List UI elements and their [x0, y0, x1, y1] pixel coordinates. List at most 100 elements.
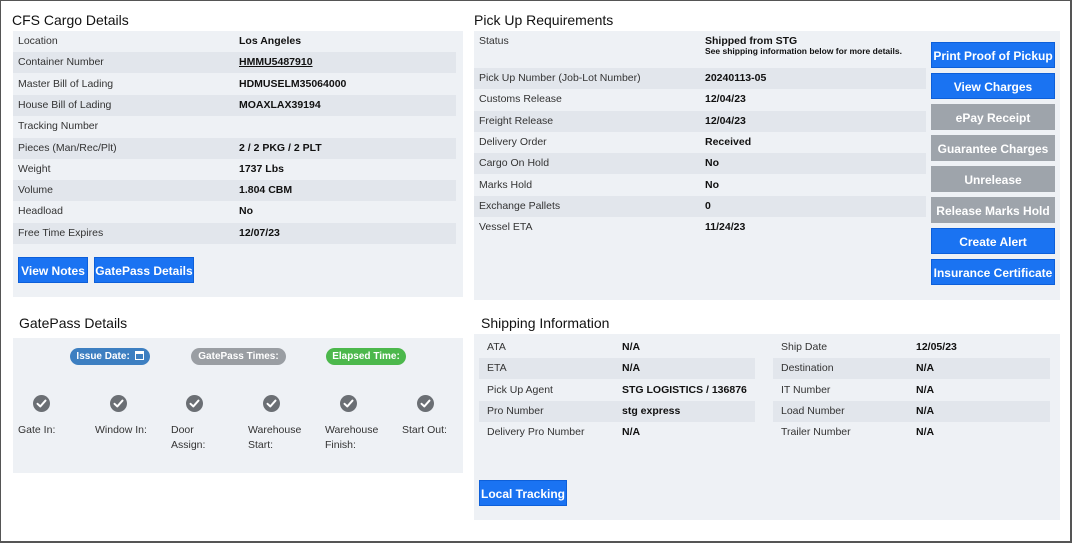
shipping-row-value: N/A	[622, 426, 641, 439]
pickup-row-value: No	[705, 178, 719, 191]
pickup-action-button[interactable]: Create Alert	[931, 228, 1055, 254]
cfs-row-label: Container Number	[18, 56, 104, 69]
issue-date-label: Issue Date:	[76, 351, 130, 362]
calendar-icon	[134, 351, 144, 360]
shipping-row: ETA N/A	[479, 358, 755, 380]
check-circle-icon	[110, 395, 127, 412]
cfs-row: House Bill of Lading MOAXLAX39194	[13, 94, 456, 116]
cfs-row: Headload No	[13, 201, 456, 222]
pickup-row: Vessel ETA 11/24/23	[474, 217, 926, 238]
gatepass-times-pill: GatePass Times:	[191, 348, 286, 365]
shipping-row-label: Trailer Number	[781, 426, 851, 439]
cfs-row-label: Volume	[18, 184, 54, 197]
view-notes-button[interactable]: View Notes	[18, 257, 88, 283]
shipping-row: Load Number N/A	[773, 400, 1050, 422]
pickup-row-label: Exchange Pallets	[479, 199, 561, 212]
cfs-row-label: Headload	[18, 205, 63, 218]
cfs-title: CFS Cargo Details	[12, 12, 129, 28]
pickup-action-button[interactable]: Release Marks Hold	[931, 197, 1055, 223]
cfs-row: Location Los Angeles	[13, 31, 456, 52]
pickup-action-button[interactable]: Guarantee Charges	[931, 135, 1055, 161]
shipping-row: Pro Number stg express	[479, 400, 755, 422]
pickup-action-button[interactable]: Print Proof of Pickup	[931, 42, 1055, 68]
cfs-row-value: 2 / 2 PKG / 2 PLT	[239, 141, 322, 154]
check-circle-icon	[186, 395, 203, 412]
gatepass-step-label: Door Assign:	[171, 424, 206, 451]
cfs-row-value: 12/07/23	[239, 226, 280, 239]
cfs-row: Tracking Number	[13, 116, 456, 137]
cfs-row-value: 1.804 CBM	[239, 184, 293, 197]
shipping-row-value: N/A	[916, 426, 935, 439]
shipping-row-value: N/A	[916, 383, 935, 396]
shipping-row: Pick Up Agent STG LOGISTICS / 136876	[479, 380, 755, 401]
pickup-row-value: 11/24/23	[705, 221, 746, 234]
cfs-row: Container Number HMMU5487910	[13, 52, 456, 74]
check-circle-icon	[33, 395, 50, 412]
cfs-row-value: Los Angeles	[239, 35, 302, 47]
check-circle-icon	[340, 395, 357, 412]
pickup-row: Freight Release 12/04/23	[474, 110, 926, 132]
shipping-row-label: Delivery Pro Number	[487, 426, 585, 439]
gatepass-panel: Issue Date: GatePass Times: Elapsed Time…	[13, 338, 463, 473]
pickup-row-label: Pick Up Number (Job-Lot Number)	[479, 72, 641, 84]
container-number-link[interactable]: HMMU5487910	[239, 52, 313, 73]
issue-date-pill: Issue Date:	[70, 348, 150, 365]
pickup-row: Customs Release 12/04/23	[474, 89, 926, 110]
pickup-row: Marks Hold No	[474, 175, 926, 196]
shipping-row-label: Load Number	[781, 404, 845, 417]
pickup-row-value: No	[705, 157, 719, 170]
status-label: Status	[479, 35, 509, 47]
shipping-row-value: N/A	[622, 362, 641, 375]
pickup-action-button[interactable]: Unrelease	[931, 166, 1055, 192]
pickup-row-value: 12/04/23	[705, 93, 746, 106]
pickup-row-label: Vessel ETA	[479, 221, 533, 234]
shipping-row-label: Pro Number	[487, 404, 544, 417]
cfs-row-value: No	[239, 205, 253, 218]
cfs-row-label: House Bill of Lading	[18, 98, 112, 111]
check-circle-icon	[417, 395, 434, 412]
shipping-row-value: stg express	[622, 404, 681, 417]
shipping-row-label: Destination	[781, 362, 834, 375]
gatepass-step-label: Warehouse Start:	[248, 424, 302, 451]
cfs-panel: Location Los Angeles Container Number HMMU5…	[13, 31, 463, 297]
pickup-row: Cargo On Hold No	[474, 153, 926, 175]
gatepass-step-label: Gate In:	[18, 424, 56, 436]
shipping-row-value: STG LOGISTICS / 136876	[622, 383, 747, 396]
pickup-panel: Status Shipped from STG See shipping inf…	[474, 31, 1060, 300]
shipping-panel: ATA N/A ETA N/A Pick Up Agent STG LOGISTICS /…	[474, 334, 1060, 520]
pickup-row: Delivery Order Received	[474, 132, 926, 153]
shipping-row: Ship Date 12/05/23	[773, 337, 1050, 358]
shipping-row-label: Pick Up Agent	[487, 383, 553, 396]
local-tracking-button[interactable]: Local Tracking	[479, 480, 567, 506]
pickup-action-button[interactable]: Insurance Certificate	[931, 259, 1055, 285]
pickup-title: Pick Up Requirements	[474, 12, 614, 28]
cfs-row-value: MOAXLAX39194	[239, 98, 321, 111]
gatepass-step-label: Start Out:	[402, 424, 447, 436]
pickup-row-label: Cargo On Hold	[479, 157, 550, 170]
shipping-row: Destination N/A	[773, 358, 1050, 380]
check-circle-icon	[263, 395, 280, 412]
shipping-row: Delivery Pro Number N/A	[479, 422, 755, 443]
cfs-row-label: Location	[18, 35, 58, 47]
cfs-row-label: Free Time Expires	[18, 226, 104, 239]
shipping-row-label: IT Number	[781, 383, 831, 396]
pickup-row: Pick Up Number (Job-Lot Number) 20240113-…	[474, 68, 926, 89]
cfs-row-label: Weight	[18, 162, 51, 175]
cfs-row-label: Master Bill of Lading	[18, 77, 114, 90]
shipping-row-label: ETA	[487, 362, 507, 375]
pickup-row-label: Marks Hold	[479, 178, 533, 191]
pickup-action-button[interactable]: ePay Receipt	[931, 104, 1055, 130]
gatepass-step-label: Window In:	[95, 424, 147, 436]
shipping-row: Trailer Number N/A	[773, 422, 1050, 443]
pickup-action-button[interactable]: View Charges	[931, 73, 1055, 99]
gatepass-title: GatePass Details	[19, 315, 128, 331]
gatepass-details-button[interactable]: GatePass Details	[94, 257, 194, 283]
cfs-row-label: Pieces (Man/Rec/Plt)	[18, 141, 117, 154]
cfs-row-value: 1737 Lbs	[239, 162, 284, 175]
shipping-row-value: 12/05/23	[916, 341, 957, 353]
shipping-row: IT Number N/A	[773, 380, 1050, 401]
shipping-row-value: N/A	[916, 362, 935, 375]
shipping-row-value: N/A	[622, 341, 641, 353]
shipping-title: Shipping Information	[481, 315, 610, 331]
cfs-row: Master Bill of Lading HDMUSELM35064000	[13, 74, 456, 95]
